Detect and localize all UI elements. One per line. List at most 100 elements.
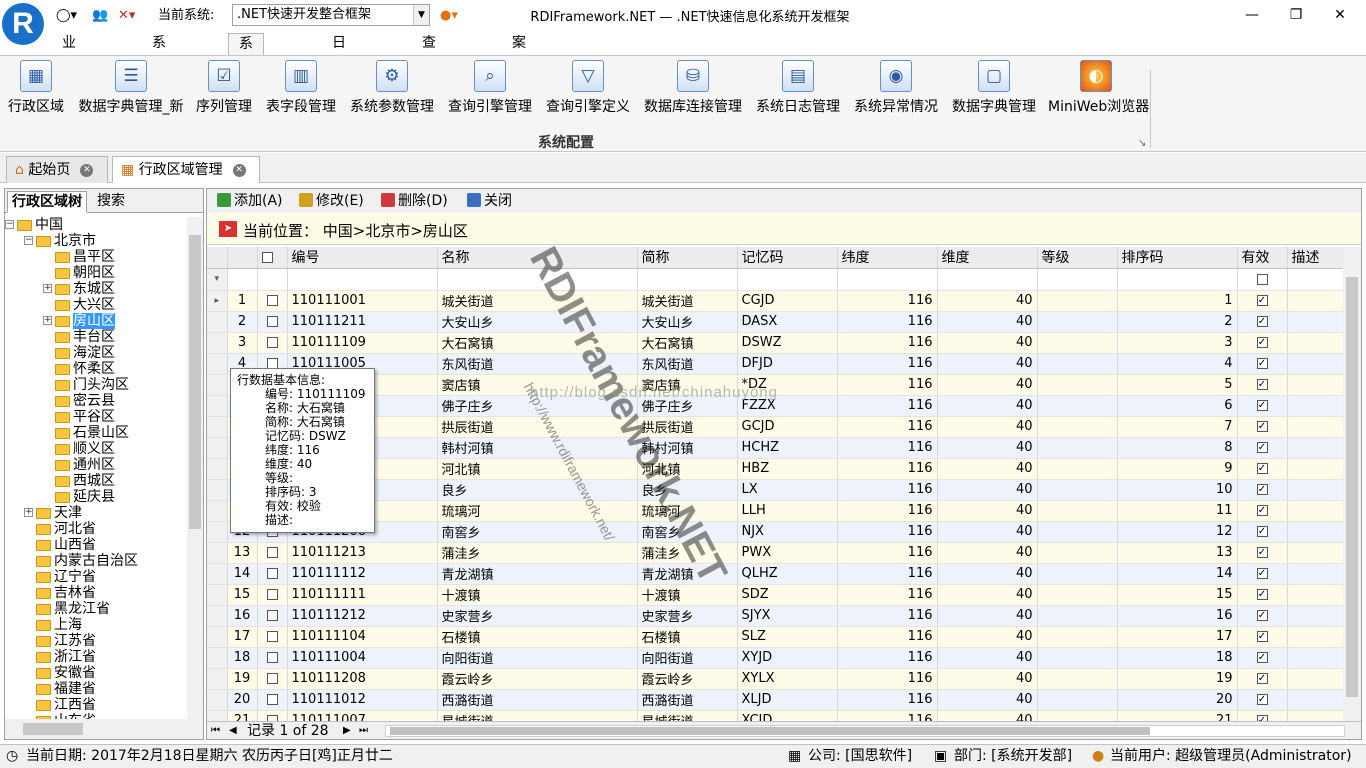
cell-longitude[interactable]: 116	[837, 626, 938, 648]
col-header-name[interactable]: 名称	[437, 247, 638, 269]
checkbox[interactable]	[266, 589, 278, 600]
cell-longitude[interactable]: 116	[837, 458, 938, 480]
row-select-cell[interactable]	[257, 311, 288, 333]
row-indicator[interactable]	[207, 458, 228, 480]
tab-query-center[interactable]: 查询中心	[412, 33, 446, 111]
add-button[interactable]: 添加(A)	[217, 191, 283, 211]
cell-mnemonic[interactable]: XCJD	[737, 710, 838, 721]
cell-desc[interactable]	[1287, 374, 1343, 396]
filter-icon[interactable]: ▾	[207, 268, 228, 291]
tree-node[interactable]: 浙江省	[36, 649, 96, 665]
checkbox-checked[interactable]: ✓	[1256, 400, 1268, 411]
cell-mnemonic[interactable]: DASX	[737, 311, 838, 333]
cell-level[interactable]	[1037, 542, 1118, 564]
cell-sort[interactable]: 9	[1117, 458, 1238, 480]
cell-latitude[interactable]: 40	[937, 458, 1038, 480]
cell-short[interactable]: 青龙湖镇	[637, 563, 738, 585]
cell-short[interactable]: 韩村河镇	[637, 437, 738, 459]
cell-enabled[interactable]: ✓	[1237, 605, 1288, 627]
cell-desc[interactable]	[1287, 584, 1343, 606]
cell-name[interactable]: 十渡镇	[437, 584, 638, 606]
filter-row[interactable]: ▾	[207, 268, 1343, 291]
cell-level[interactable]	[1037, 332, 1118, 354]
cell-name[interactable]: 大安山乡	[437, 311, 638, 333]
cell-level[interactable]	[1037, 437, 1118, 459]
cell-level[interactable]	[1037, 458, 1118, 480]
cell-sort[interactable]: 18	[1117, 647, 1238, 669]
checkbox-checked[interactable]: ✓	[1256, 316, 1268, 327]
ribbon-syslog-button[interactable]: ▤ 系统日志管理	[754, 60, 842, 116]
cell-latitude[interactable]: 40	[937, 521, 1038, 543]
cell-sort[interactable]: 15	[1117, 584, 1238, 606]
tree-node[interactable]: 河北省	[36, 521, 96, 537]
cell-name[interactable]: 霞云岭乡	[437, 668, 638, 690]
cell-name[interactable]: 星城街道	[437, 710, 638, 721]
checkbox[interactable]	[1256, 273, 1268, 285]
ribbon-params-button[interactable]: ⚙ 系统参数管理	[348, 60, 436, 116]
ribbon-db-connection-button[interactable]: ⛁ 数据库连接管理	[642, 60, 744, 116]
cell-mnemonic[interactable]: HBZ	[737, 458, 838, 480]
cell-mnemonic[interactable]: XYJD	[737, 647, 838, 669]
checkbox-checked[interactable]: ✓	[1256, 652, 1268, 663]
scroll-thumb[interactable]	[1346, 277, 1358, 697]
row-indicator[interactable]	[207, 311, 228, 333]
cell-sort[interactable]: 17	[1117, 626, 1238, 648]
tree-node[interactable]: + 天津	[24, 505, 82, 521]
filter-cell[interactable]	[257, 268, 288, 291]
tree-node[interactable]: 吉林省	[36, 585, 96, 601]
circle-icon[interactable]: ◯▾	[56, 6, 77, 26]
cell-sort[interactable]: 8	[1117, 437, 1238, 459]
filter-cell[interactable]	[227, 268, 258, 291]
cell-longitude[interactable]: 116	[837, 437, 938, 459]
cell-code[interactable]: 110111211	[287, 311, 438, 333]
checkbox[interactable]	[266, 631, 278, 642]
tree-node[interactable]: 昌平区	[55, 249, 115, 265]
doctab-region-manage[interactable]: ▦ 行政区域管理 ✕	[112, 156, 260, 183]
tree-node[interactable]: 大兴区	[55, 297, 115, 313]
cell-latitude[interactable]: 40	[937, 395, 1038, 417]
checkbox-checked[interactable]: ✓	[1256, 484, 1268, 495]
collapse-icon[interactable]: −	[5, 220, 14, 229]
cell-enabled[interactable]: ✓	[1237, 710, 1288, 721]
cell-enabled[interactable]: ✓	[1237, 332, 1288, 354]
checkbox-checked[interactable]: ✓	[1256, 337, 1268, 348]
dialog-launcher-icon[interactable]: ↘	[1138, 138, 1146, 149]
cell-longitude[interactable]: 116	[837, 395, 938, 417]
cell-level[interactable]	[1037, 668, 1118, 690]
cell-mnemonic[interactable]: QLHZ	[737, 563, 838, 585]
cell-mnemonic[interactable]: XLJD	[737, 689, 838, 711]
cell-mnemonic[interactable]: GCJD	[737, 416, 838, 438]
tree-node[interactable]: 门头沟区	[55, 377, 129, 393]
edit-button[interactable]: 修改(E)	[299, 191, 364, 211]
tab-system-config[interactable]: 系统配置	[228, 33, 264, 112]
expand-icon[interactable]: +	[43, 316, 52, 325]
tree-node[interactable]: + 东城区	[43, 281, 115, 297]
col-header-latitude[interactable]: 维度	[937, 247, 1038, 269]
cell-short[interactable]: 琉璃河	[637, 500, 738, 522]
cell-code[interactable]: 110111112	[287, 563, 438, 585]
cell-longitude[interactable]: 116	[837, 311, 938, 333]
cell-latitude[interactable]: 40	[937, 626, 1038, 648]
tree-node[interactable]: 通州区	[55, 457, 115, 473]
table-row[interactable]: 3 110111109 大石窝镇 大石窝镇 DSWZ 116 40 3 ✓	[207, 332, 1343, 354]
cell-longitude[interactable]: 116	[837, 290, 938, 312]
cell-longitude[interactable]: 116	[837, 416, 938, 438]
cell-longitude[interactable]: 116	[837, 584, 938, 606]
ribbon-query-engine-button[interactable]: ⌕ 查询引擎管理	[446, 60, 534, 116]
table-row[interactable]: 18 110111004 向阳街道 向阳街道 XYJD 116 40 18 ✓	[207, 647, 1343, 669]
cell-level[interactable]	[1037, 626, 1118, 648]
row-select-cell[interactable]	[257, 542, 288, 564]
cell-name[interactable]: 东风街道	[437, 353, 638, 375]
cell-code[interactable]: 110111001	[287, 290, 438, 312]
cell-desc[interactable]	[1287, 416, 1343, 438]
cell-enabled[interactable]: ✓	[1237, 668, 1288, 690]
checkbox-checked[interactable]: ✓	[1256, 547, 1268, 558]
cell-short[interactable]: 大石窝镇	[637, 332, 738, 354]
filter-cell[interactable]	[837, 268, 938, 291]
checkbox-checked[interactable]: ✓	[1256, 589, 1268, 600]
scroll-thumb[interactable]	[23, 723, 83, 735]
cell-longitude[interactable]: 116	[837, 332, 938, 354]
cell-desc[interactable]	[1287, 647, 1343, 669]
cell-latitude[interactable]: 40	[937, 374, 1038, 396]
cell-name[interactable]: 西潞街道	[437, 689, 638, 711]
